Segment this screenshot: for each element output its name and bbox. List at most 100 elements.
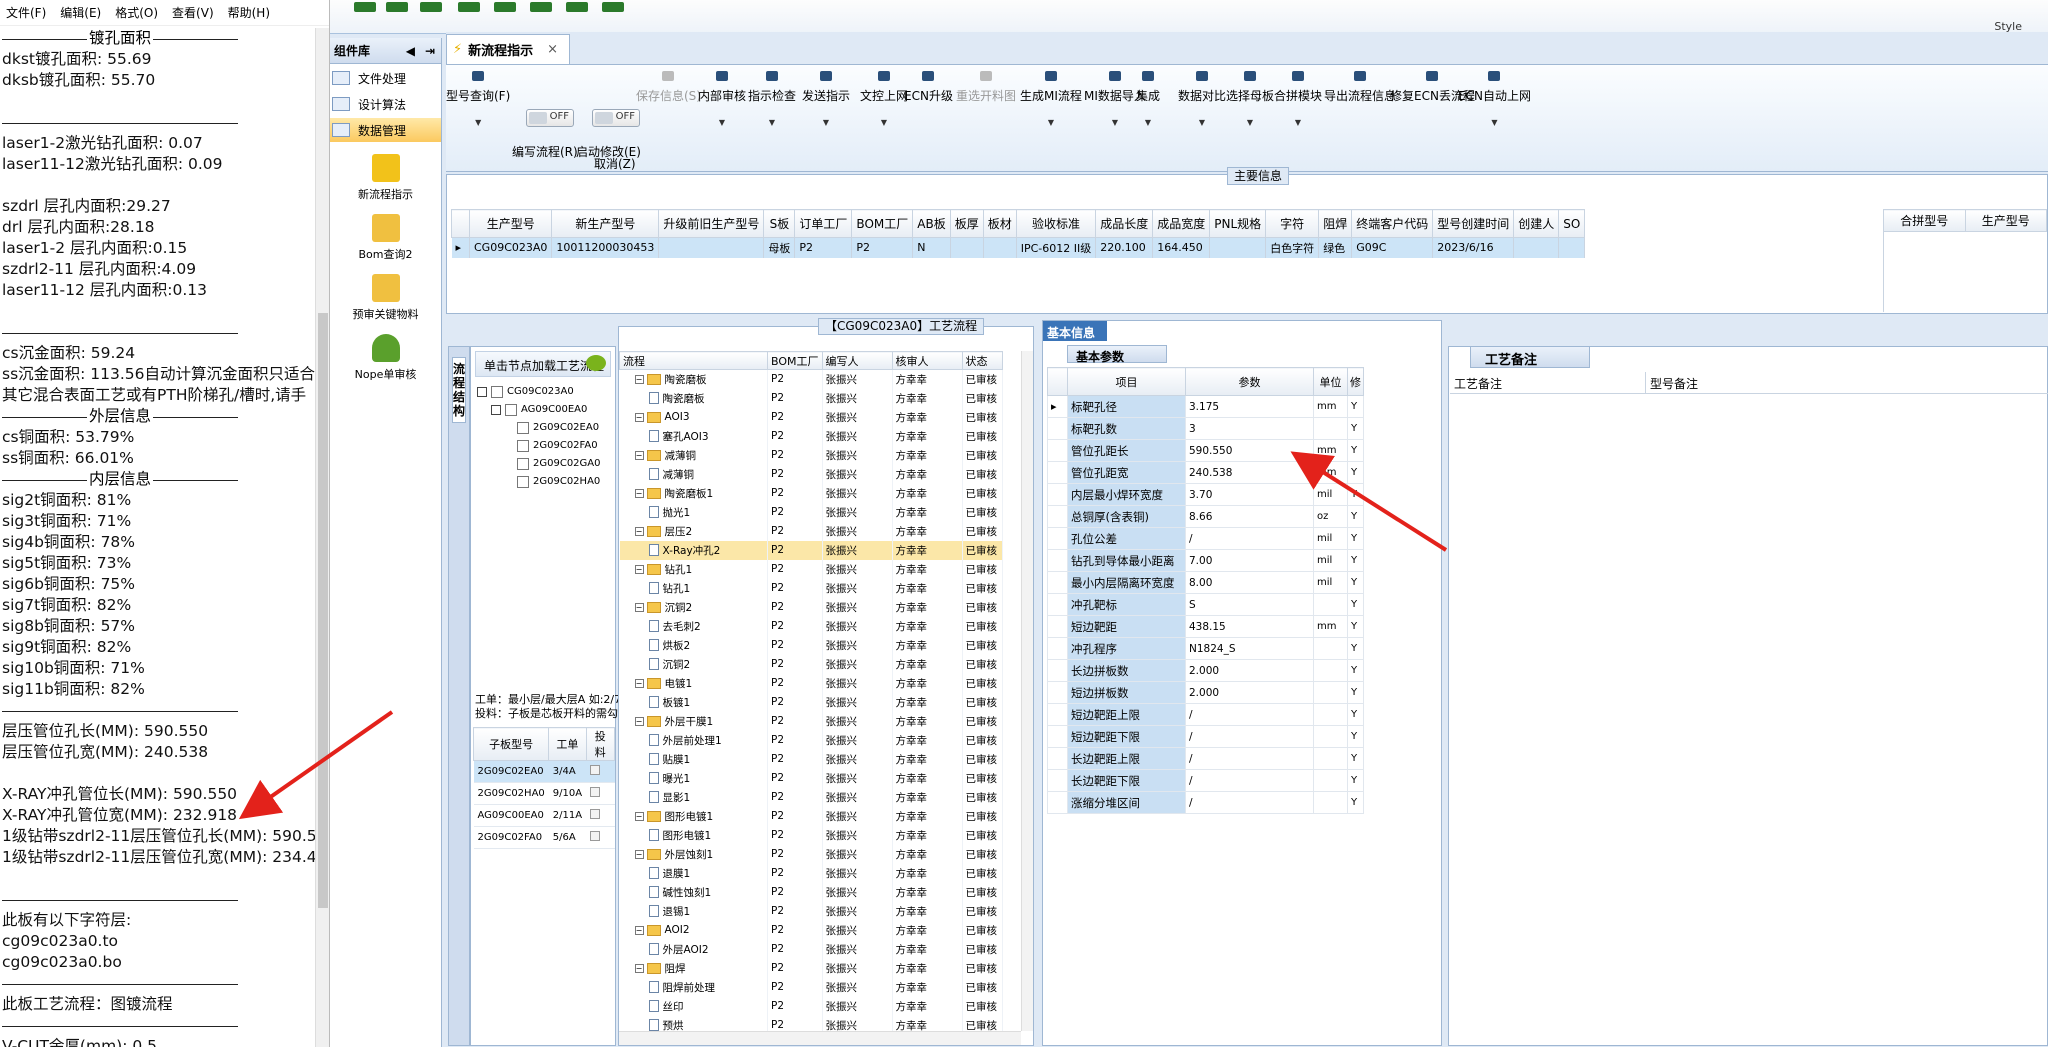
table-row[interactable]: AG09C00EA0 2/11A [473,804,615,827]
collapse-icon[interactable]: − [634,450,644,460]
flow-step[interactable]: − 陶瓷磨板1 [623,486,765,501]
tree-node-root[interactable]: CG09C023A0 [477,383,601,401]
column-header[interactable]: 型号创建时间 [1432,209,1515,238]
column-header[interactable]: 订单工厂 [794,209,853,238]
table-row[interactable]: 去毛刺2 P2 张振兴 方幸幸 已审核 [619,616,1003,636]
menu-item[interactable]: 格式(O) [115,4,158,21]
table-row[interactable]: 贴膜1 P2 张振兴 方幸幸 已审核 [619,749,1003,769]
flow-step[interactable]: 退膜1 [623,866,765,881]
table-row[interactable]: − 钻孔1 P2 张振兴 方幸幸 已审核 [619,559,1003,579]
column-header[interactable]: BOM工厂 [851,209,914,238]
ribbon-button[interactable]: 编写流程(R) [512,143,578,160]
column-header[interactable]: 创建人 [1513,209,1560,238]
chat-bubble-icon[interactable] [586,355,606,371]
table-cell[interactable] [1558,237,1586,258]
column-header[interactable]: 生产型号 [468,209,553,238]
chevron-down-icon[interactable]: ▼ [802,118,850,127]
collapse-icon[interactable]: − [634,412,644,422]
flow-step[interactable]: − AOI3 [623,411,765,423]
table-cell[interactable]: 绿色 [1318,237,1353,258]
table-row[interactable]: − 外层蚀刻1 P2 张振兴 方幸幸 已审核 [619,844,1003,864]
start-modify-toggle[interactable]: OFF [592,109,640,127]
flow-step[interactable]: 钻孔1 [623,581,765,596]
menu-item[interactable]: 文件(F) [6,4,46,21]
chevron-down-icon[interactable]: ▼ [1178,118,1226,127]
param-value[interactable]: 3.70 [1185,483,1314,506]
column-header[interactable]: 投料 [585,727,616,761]
chevron-down-icon[interactable]: ▼ [1020,118,1082,127]
column-header[interactable]: 状态 [961,351,1003,370]
param-value[interactable]: 2.000 [1185,659,1314,682]
chevron-down-icon[interactable]: ▼ [1226,118,1274,127]
collapse-icon[interactable]: − [634,678,644,688]
table-row[interactable]: − 层压2 P2 张振兴 方幸幸 已审核 [619,521,1003,541]
flow-step[interactable]: 碱性蚀刻1 [623,885,765,900]
column-header[interactable]: 项目 [1067,367,1186,396]
tree-node-child[interactable]: AG09C00EA0 [477,401,601,419]
toolbar-icon[interactable] [386,2,408,12]
table-row[interactable]: 外层前处理1 P2 张振兴 方幸幸 已审核 [619,730,1003,750]
sidebar-tool[interactable]: 预审关键物料 [330,274,441,322]
flow-step[interactable]: − 阻焊 [623,961,765,976]
param-value[interactable]: 590.550 [1185,439,1314,462]
collapse-icon[interactable]: − [634,963,644,973]
table-row[interactable]: − 减薄铜 P2 张振兴 方幸幸 已审核 [619,445,1003,465]
column-header[interactable]: 合拼型号 [1883,209,1966,232]
flow-step[interactable]: 烘板2 [623,638,765,653]
table-row[interactable]: 曝光1 P2 张振兴 方幸幸 已审核 [619,768,1003,788]
param-value[interactable]: 438.15 [1185,615,1314,638]
flow-step[interactable]: 减薄铜 [623,467,765,482]
column-header[interactable]: 单位 [1313,367,1348,396]
table-cell[interactable] [658,237,765,258]
basic-params-tab[interactable]: 基本参数 [1067,345,1167,364]
ribbon-button[interactable]: 导出流程信息 [1324,71,1396,104]
collapse-icon[interactable]: − [634,374,644,384]
table-row[interactable]: 退锡1 P2 张振兴 方幸幸 已审核 [619,901,1003,921]
ribbon-button[interactable]: 指示检查 ▼ [748,71,796,127]
flow-step[interactable]: 塞孔AOI3 [623,429,765,444]
column-header[interactable]: 新生产型号 [551,209,660,238]
ribbon-button[interactable]: ECN自动上网 ▼ [1458,71,1531,127]
table-cell[interactable]: 母板 [763,237,796,258]
table-cell[interactable]: CG09C023A0 [469,237,553,258]
toolbar-icon[interactable] [354,2,376,12]
table-row[interactable]: 管位孔距长 590.550 mm Y [1047,439,1364,462]
param-value[interactable]: / [1185,747,1314,770]
sidebar-back-icon[interactable]: ◀ [406,44,415,58]
column-header[interactable]: 核审人 [891,351,963,370]
flow-step[interactable]: 阻焊前处理 [623,980,765,995]
table-row[interactable]: 短边拼板数 2.000 Y [1047,681,1364,704]
column-header[interactable]: 成品宽度 [1152,209,1211,238]
table-row[interactable]: ▸ CG09C023A0 10011200030453 母板 P2 P2 N IPC-6012… [451,237,1586,258]
table-cell[interactable]: 2023/6/16 [1432,237,1515,258]
table-cell[interactable]: P2 [794,237,853,258]
sidebar-item-data[interactable]: 数据管理 [330,118,441,142]
flow-step[interactable]: − 层压2 [623,524,765,539]
flow-step[interactable]: − 减薄铜 [623,448,765,463]
table-cell[interactable]: 220.100 [1095,237,1154,258]
sidebar-item-file[interactable]: 文件处理 [330,66,441,90]
flow-step[interactable]: 曝光1 [623,771,765,786]
toolbar-icon[interactable] [602,2,624,12]
close-icon[interactable]: × [547,42,558,57]
ribbon-button[interactable]: 内部审核 ▼ [698,71,746,127]
checkbox-cell[interactable] [586,804,615,827]
sidebar-pin-icon[interactable]: ⇥ [425,44,435,58]
table-row[interactable]: 钻孔到导体最小距离 7.00 mil Y [1047,549,1364,572]
tree-node-leaf[interactable]: 2G09C02GA0 [477,455,601,473]
column-header[interactable]: AB板 [912,209,951,238]
vertical-tab[interactable]: 流程结构 [448,346,470,1046]
table-row[interactable]: 短边靶距 438.15 mm Y [1047,615,1364,638]
table-row[interactable]: 碱性蚀刻1 P2 张振兴 方幸幸 已审核 [619,882,1003,902]
column-header[interactable]: 修 [1347,367,1364,396]
table-row[interactable]: 管位孔距宽 240.538 mm Y [1047,461,1364,484]
notepad-scrollbar[interactable] [315,28,329,1047]
checkbox[interactable] [590,787,601,797]
tree-node-leaf[interactable]: 2G09C02HA0 [477,473,601,491]
ribbon-button[interactable]: 集成 ▼ [1136,71,1160,127]
checkbox-cell[interactable] [586,760,615,783]
tree-node-leaf[interactable]: 2G09C02FA0 [477,437,601,455]
table-row[interactable]: 塞孔AOI3 P2 张振兴 方幸幸 已审核 [619,426,1003,446]
table-row[interactable]: 内层最小焊环宽度 3.70 mil Y [1047,483,1364,506]
table-row[interactable]: − 电镀1 P2 张振兴 方幸幸 已审核 [619,673,1003,693]
